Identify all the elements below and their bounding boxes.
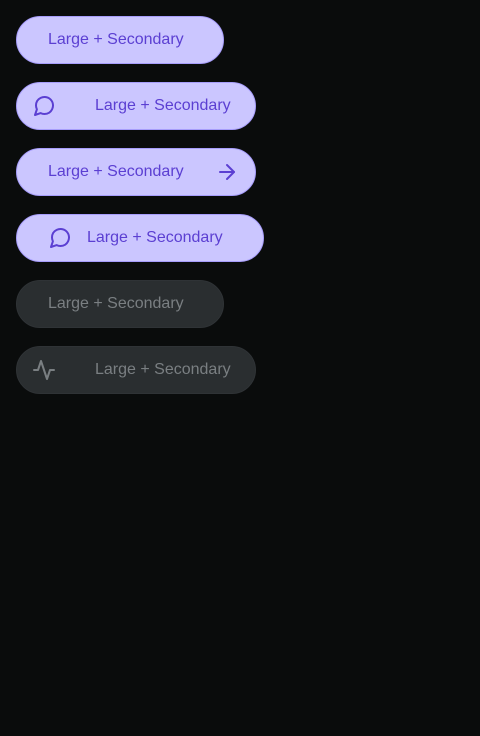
button-label: Large + Secondary bbox=[48, 295, 184, 312]
arrow-right-icon bbox=[215, 160, 239, 184]
large-secondary-button-with-leading-icon[interactable]: Large + Secondary bbox=[16, 214, 264, 262]
button-label: Large + Secondary bbox=[48, 163, 184, 180]
button-label: Large + Secondary bbox=[95, 361, 231, 378]
button-label: Large + Secondary bbox=[95, 97, 231, 114]
large-secondary-button-disabled[interactable]: Large + Secondary bbox=[16, 280, 224, 328]
large-secondary-button-with-leading-icon[interactable]: Large + Secondary bbox=[16, 82, 256, 130]
chat-bubble-icon bbox=[48, 226, 72, 250]
large-secondary-button-disabled-with-leading-icon[interactable]: Large + Secondary bbox=[16, 346, 256, 394]
large-secondary-button-with-trailing-icon[interactable]: Large + Secondary bbox=[16, 148, 256, 196]
button-label: Large + Secondary bbox=[87, 229, 223, 246]
button-label: Large + Secondary bbox=[48, 31, 184, 48]
button-showcase: Large + Secondary Large + Secondary Larg… bbox=[0, 0, 480, 736]
large-secondary-button[interactable]: Large + Secondary bbox=[16, 16, 224, 64]
activity-pulse-icon bbox=[32, 358, 56, 382]
chat-bubble-icon bbox=[32, 94, 56, 118]
